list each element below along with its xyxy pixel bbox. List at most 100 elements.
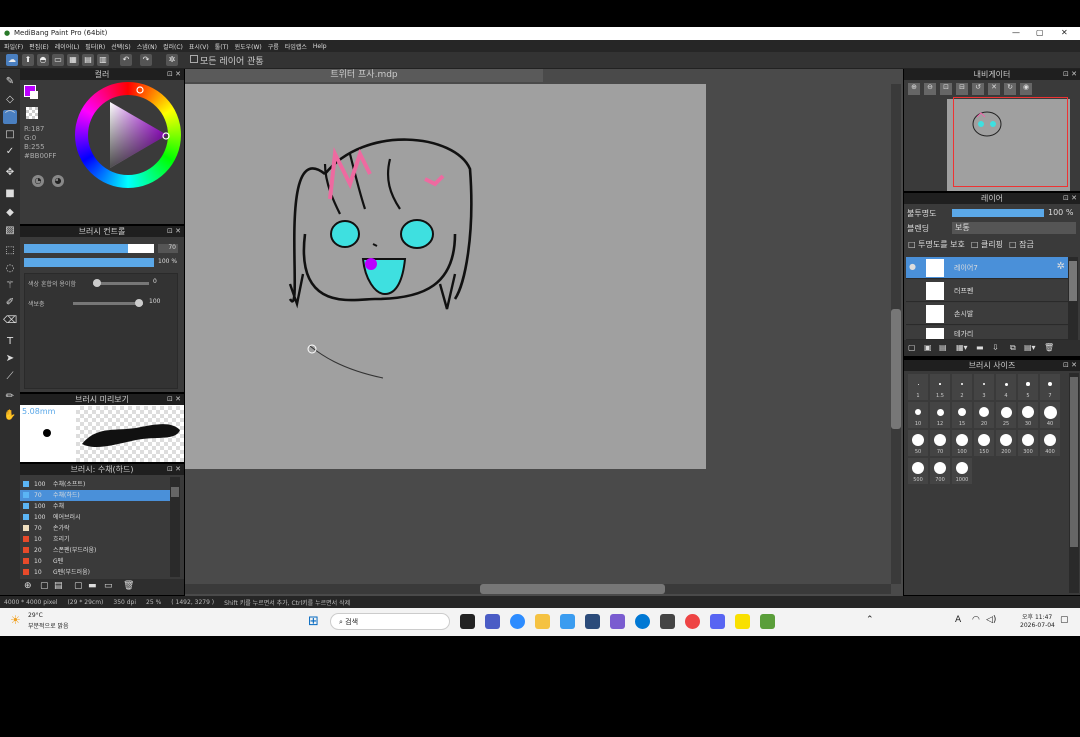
- protect-alpha-option[interactable]: □ 투명도를 보호: [908, 239, 965, 250]
- layer-more-icon[interactable]: ▤▾: [1024, 343, 1036, 352]
- cortana-icon[interactable]: [635, 614, 650, 629]
- eraser-tool-icon[interactable]: ◇: [3, 93, 17, 107]
- brush-opacity-slider[interactable]: [24, 258, 154, 267]
- brush-size-option[interactable]: 20: [974, 402, 994, 428]
- background-color-swatch[interactable]: [30, 91, 38, 99]
- lock-option[interactable]: □ 잠금: [1009, 239, 1034, 250]
- operation-tool-icon[interactable]: ➤: [3, 352, 17, 366]
- rotate-left-icon[interactable]: ↺: [972, 83, 984, 95]
- drawing-canvas[interactable]: [185, 84, 706, 469]
- gradient-tool-icon[interactable]: ▨: [3, 224, 17, 238]
- wifi-icon[interactable]: ◠: [972, 615, 980, 625]
- zoom-app-icon[interactable]: [510, 614, 525, 629]
- hand-tool-icon[interactable]: ✋: [3, 409, 17, 423]
- brush-list-item[interactable]: 100 에어브러시: [20, 512, 172, 523]
- brush-size-option[interactable]: 12: [930, 402, 950, 428]
- brush-size-option[interactable]: 100: [952, 430, 972, 456]
- start-button[interactable]: ⊞: [308, 614, 319, 629]
- tray-chevron-icon[interactable]: ⌃: [866, 615, 874, 625]
- folder-icon[interactable]: ▬: [88, 581, 97, 591]
- mix-slider[interactable]: [93, 279, 149, 287]
- minimize-button[interactable]: —: [1012, 28, 1020, 37]
- brush-size-option[interactable]: 500: [908, 458, 928, 484]
- trash-icon[interactable]: 🗑: [123, 581, 134, 591]
- settings-icon[interactable]: ✲: [166, 54, 178, 66]
- menu-timelapse[interactable]: 타임랩스: [285, 42, 307, 51]
- brush-size-slider[interactable]: [24, 244, 154, 253]
- layer-row[interactable]: 러프펜: [906, 280, 1068, 302]
- brush-list-item[interactable]: 20 스폰펜(부드러움): [20, 545, 172, 556]
- clock-date[interactable]: 2026-07-04: [1020, 622, 1055, 629]
- brush-size-option[interactable]: 4: [996, 374, 1016, 400]
- duplicate-layer-icon[interactable]: ⧉: [1010, 343, 1016, 353]
- menu-tools[interactable]: 툴(T): [215, 42, 229, 51]
- merge-down-icon[interactable]: ⇩: [992, 343, 999, 352]
- canvas-horizontal-scrollbar[interactable]: [185, 584, 891, 594]
- brush-size-option[interactable]: 30: [1018, 402, 1038, 428]
- brush-size-option[interactable]: 50: [908, 430, 928, 456]
- rotate-right-icon[interactable]: ↻: [1004, 83, 1016, 95]
- brush-list-scrollbar[interactable]: [170, 477, 180, 577]
- volume-icon[interactable]: ◁): [986, 615, 996, 625]
- brush-size-option[interactable]: 3: [974, 374, 994, 400]
- fill-rect-tool-icon[interactable]: ■: [3, 187, 17, 201]
- brush-size-option[interactable]: 1.5: [930, 374, 950, 400]
- select-pen-icon[interactable]: ✐: [3, 296, 17, 310]
- kakaotalk-icon[interactable]: [735, 614, 750, 629]
- text-tool-icon[interactable]: T: [3, 335, 17, 349]
- layer-row[interactable]: 테가리: [906, 326, 1068, 340]
- brush-size-option[interactable]: 5: [1018, 374, 1038, 400]
- panel-close-icon[interactable]: ⊡ ✕: [1063, 193, 1077, 204]
- brush-size-option[interactable]: 40: [1040, 402, 1060, 428]
- brush-size-option[interactable]: 2: [952, 374, 972, 400]
- check-tool-icon[interactable]: ✓: [3, 145, 17, 159]
- weather-icon[interactable]: ☀: [10, 613, 21, 627]
- document-tab[interactable]: 트위터 프사.mdp: [185, 69, 543, 82]
- file-explorer-icon[interactable]: [535, 614, 550, 629]
- shape-tool-icon[interactable]: □: [3, 128, 17, 142]
- duplicate-icon[interactable]: ▭: [104, 581, 113, 591]
- canvas-vertical-scrollbar[interactable]: [891, 84, 901, 584]
- close-button[interactable]: ✕: [1061, 28, 1068, 37]
- copilot-icon[interactable]: [560, 614, 575, 629]
- pen-tool-icon[interactable]: ✎: [3, 75, 17, 89]
- layer-row[interactable]: 손시발: [906, 303, 1068, 325]
- lasso-icon[interactable]: ◌: [3, 262, 17, 276]
- menu-select[interactable]: 선택(S): [111, 42, 131, 51]
- select-eraser-icon[interactable]: ⌫: [3, 314, 17, 328]
- blend-select[interactable]: 보통: [952, 222, 1076, 234]
- menu-snap[interactable]: 스냅(N): [137, 42, 157, 51]
- layer-opacity-slider[interactable]: [952, 209, 1044, 217]
- panel-close-icon[interactable]: ⊡ ✕: [167, 69, 181, 80]
- save-icon[interactable]: ⬆: [22, 54, 34, 66]
- cloud-icon[interactable]: ☁: [6, 54, 18, 66]
- brush-list-item[interactable]: 100 수채: [20, 501, 172, 512]
- brush-list-item[interactable]: 10 G펜: [20, 556, 172, 567]
- eyedropper-icon[interactable]: ⟋: [3, 370, 17, 384]
- menu-cloud[interactable]: 구름: [268, 42, 279, 51]
- brush-list-item[interactable]: 10 흐리기: [20, 534, 172, 545]
- menu-window[interactable]: 윈도우(W): [235, 42, 262, 51]
- layer-row-selected[interactable]: ● 레이어7 ✲: [906, 257, 1068, 279]
- pen-small-icon[interactable]: ✏: [3, 390, 17, 404]
- zoom-in-icon[interactable]: ⊕: [908, 83, 920, 95]
- menu-view[interactable]: 표시(V): [189, 42, 209, 51]
- all-layers-checkbox[interactable]: [190, 55, 198, 63]
- brush-menu-icon[interactable]: ▤: [54, 581, 63, 591]
- brush-size-option[interactable]: 70: [930, 430, 950, 456]
- task-view-icon[interactable]: [460, 614, 475, 629]
- redo-icon[interactable]: ↷: [140, 54, 152, 66]
- panel-close-icon[interactable]: ⊡ ✕: [167, 464, 181, 475]
- onenote-icon[interactable]: [610, 614, 625, 629]
- select-rect-icon[interactable]: ⬚: [3, 244, 17, 258]
- maximize-button[interactable]: ▢: [1036, 28, 1044, 37]
- fit-icon[interactable]: ⊡: [940, 83, 952, 95]
- refill-slider[interactable]: [73, 299, 143, 307]
- taskbar-search[interactable]: ⌕ 검색: [330, 613, 450, 630]
- new-brush-icon[interactable]: ▢: [40, 581, 49, 591]
- move-tool-icon[interactable]: ✥: [3, 166, 17, 180]
- brush-size-option[interactable]: 25: [996, 402, 1016, 428]
- brush-size-option[interactable]: 400: [1040, 430, 1060, 456]
- brush-size-option[interactable]: 300: [1018, 430, 1038, 456]
- saturation-triangle[interactable]: [75, 82, 181, 188]
